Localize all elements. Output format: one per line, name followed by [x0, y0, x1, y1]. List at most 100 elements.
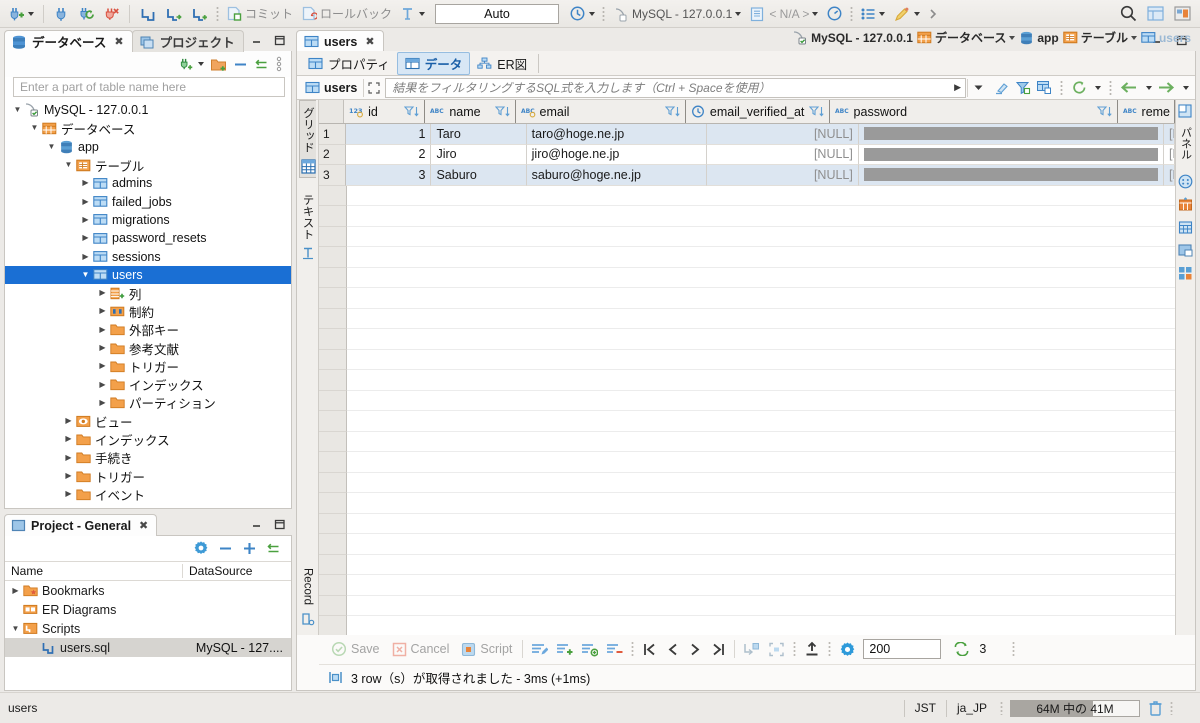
- performance-button[interactable]: [823, 3, 846, 25]
- filter-history-dropdown[interactable]: [968, 82, 988, 93]
- next-row-button[interactable]: [684, 642, 706, 657]
- grid-cell-password[interactable]: [858, 124, 1164, 145]
- maximize-icon[interactable]: [273, 518, 286, 531]
- value-view-icon[interactable]: [1178, 174, 1193, 189]
- tab-data[interactable]: データ: [396, 51, 471, 75]
- chevron-down-icon[interactable]: ▼: [79, 270, 92, 279]
- grid-cell-email_verified_at[interactable]: [NULL]: [706, 165, 859, 186]
- grid-settings-button[interactable]: [835, 641, 860, 658]
- breadcrumb-item-users[interactable]: users: [1141, 31, 1191, 45]
- tree-item-手続き[interactable]: ▶ 手続き: [5, 449, 291, 467]
- calc-panel-icon[interactable]: [1178, 197, 1193, 212]
- grid-cell-email_verified_at[interactable]: [NULL]: [706, 124, 859, 145]
- previous-row-button[interactable]: [662, 642, 684, 657]
- tab-properties[interactable]: プロパティ: [301, 52, 397, 75]
- tree-item-インデックス[interactable]: ▶ インデックス: [5, 375, 291, 393]
- chevron-right-icon[interactable]: ▶: [96, 380, 109, 389]
- close-icon[interactable]: ✖: [139, 519, 148, 532]
- chevron-right-icon[interactable]: ▶: [62, 472, 75, 480]
- grid-header-email_verified_at[interactable]: email_verified_at: [685, 100, 830, 123]
- breadcrumb-item-MySQL - 127.0.0.1[interactable]: MySQL - 127.0.0.1: [792, 31, 913, 45]
- column-filter-sort-icon[interactable]: [664, 105, 681, 118]
- tree-item-列[interactable]: ▶ 列: [5, 284, 291, 302]
- tree-item-password_resets[interactable]: ▶ password_resets: [5, 229, 291, 247]
- grid-cell-name[interactable]: Taro: [431, 124, 527, 145]
- grid-cell-id[interactable]: 2: [345, 144, 432, 165]
- column-filter-sort-icon[interactable]: [1096, 105, 1113, 118]
- chevron-right-icon[interactable]: ▶: [79, 252, 92, 261]
- transaction-log-button[interactable]: [566, 3, 598, 25]
- breadcrumb-item-テーブル[interactable]: テーブル: [1062, 29, 1137, 46]
- presentation-tab-grid[interactable]: グリッド: [299, 100, 316, 178]
- minimize-icon[interactable]: [250, 34, 263, 47]
- chevron-right-icon[interactable]: ▶: [62, 435, 75, 443]
- chevron-right-icon[interactable]: ▶: [96, 398, 109, 407]
- grid-cell-name[interactable]: Jiro: [431, 144, 527, 165]
- grid-rows[interactable]: 11Tarotaro@hoge.ne.jp[NULL][NULL]22Jiroj…: [319, 124, 1175, 186]
- chevron-right-icon[interactable]: ▶: [79, 179, 92, 187]
- tree-item-パーティション[interactable]: ▶ パーティション: [5, 394, 291, 412]
- chevron-down-icon[interactable]: ▼: [62, 161, 75, 169]
- project-row-users.sql[interactable]: users.sql MySQL - 127....: [5, 638, 291, 657]
- new-sql-script-button[interactable]: [188, 3, 212, 25]
- tree-item-admins[interactable]: ▶ admins: [5, 174, 291, 192]
- disconnect-button[interactable]: [100, 3, 123, 25]
- grid-row-number[interactable]: 1: [319, 124, 346, 145]
- project-column-name[interactable]: Name: [5, 564, 183, 578]
- fetch-next-page-button[interactable]: [739, 642, 764, 657]
- grid-row[interactable]: 22Jirojiro@hoge.ne.jp[NULL][NULL]: [319, 144, 1175, 165]
- grid-cell-id[interactable]: 3: [345, 165, 432, 186]
- grid-cell-name[interactable]: Saburo: [431, 165, 527, 186]
- panels-toggle-icon[interactable]: [1178, 104, 1193, 119]
- tab-er-diagram[interactable]: ER図: [470, 52, 534, 75]
- tree-item-ビュー[interactable]: ▶ ビュー: [5, 412, 291, 430]
- schema-selector[interactable]: < N/A >: [746, 3, 821, 25]
- chevron-down-icon[interactable]: ▼: [11, 106, 24, 114]
- link-with-editor-icon[interactable]: [254, 58, 269, 71]
- refresh-icon[interactable]: [1071, 80, 1087, 95]
- chevron-down-icon[interactable]: [1130, 35, 1137, 40]
- grid-cell-email[interactable]: taro@hoge.ne.jp: [526, 124, 707, 145]
- chevron-right-icon[interactable]: ▶: [79, 215, 92, 224]
- outline-button[interactable]: [857, 3, 888, 25]
- new-connection-icon[interactable]: [179, 56, 195, 72]
- remove-icon[interactable]: [218, 542, 233, 555]
- column-filter-sort-icon[interactable]: [404, 105, 420, 118]
- breadcrumb-item-データベース[interactable]: データベース: [917, 29, 1016, 46]
- theme-button[interactable]: [890, 3, 923, 25]
- cancel-button[interactable]: Cancel: [386, 642, 456, 657]
- reconnect-button[interactable]: [75, 3, 98, 25]
- collapse-all-icon[interactable]: [233, 58, 248, 71]
- project-tree[interactable]: ▶ Bookmarks ER Diagrams ▼ Scripts users.sql My…: [5, 581, 291, 657]
- new-connection-button[interactable]: [5, 3, 37, 25]
- layout-panel-icon[interactable]: [1178, 243, 1193, 258]
- result-grid[interactable]: 123 id ABC name ABC email email_verified_at ABC…: [319, 100, 1175, 635]
- right-panel-label[interactable]: パネル: [1178, 127, 1194, 160]
- search-button[interactable]: [1116, 3, 1141, 25]
- edit-row-button[interactable]: [527, 642, 552, 657]
- script-button[interactable]: Script: [455, 642, 518, 657]
- tree-item-データベース[interactable]: ▼ データベース: [5, 119, 291, 137]
- chevron-down-icon[interactable]: ▼: [45, 142, 58, 151]
- chevron-right-icon[interactable]: ▶: [96, 362, 109, 370]
- chevron-down-icon[interactable]: ▼: [28, 124, 41, 132]
- grid-cell-email[interactable]: jiro@hoge.ne.jp: [526, 144, 707, 165]
- commit-button[interactable]: コミット: [223, 3, 296, 25]
- gear-icon[interactable]: [193, 540, 209, 556]
- tree-item-users[interactable]: ▼ users: [5, 265, 291, 284]
- grid-row[interactable]: 33Saburosaburo@hoge.ne.jp[NULL][NULL]: [319, 165, 1175, 186]
- forward-arrow-icon[interactable]: [1157, 81, 1175, 94]
- timezone-indicator[interactable]: JST: [903, 699, 946, 717]
- duplicate-row-button[interactable]: [577, 642, 602, 657]
- add-icon[interactable]: [242, 541, 257, 556]
- grid-cell-remember_token[interactable]: [NULL]: [1164, 165, 1175, 186]
- modules-panel-icon[interactable]: [1178, 266, 1193, 281]
- editor-tab-users[interactable]: users ✖: [296, 30, 384, 52]
- connect-button[interactable]: [50, 3, 73, 25]
- grid-row-number[interactable]: 3: [319, 165, 346, 186]
- tree-item-sessions[interactable]: ▶ sessions: [5, 247, 291, 265]
- chevron-down-icon[interactable]: [1095, 85, 1101, 90]
- view-menu-icon[interactable]: [275, 56, 283, 72]
- filter-settings-icon[interactable]: [1015, 80, 1031, 95]
- open-sql-script-button[interactable]: [162, 3, 186, 25]
